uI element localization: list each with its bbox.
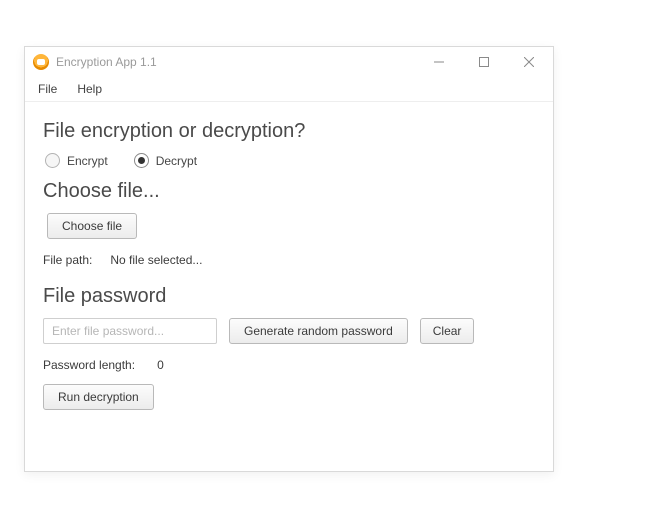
maximize-button[interactable] bbox=[461, 47, 506, 77]
radio-indicator bbox=[134, 153, 149, 168]
mode-heading: File encryption or decryption? bbox=[43, 120, 537, 143]
clear-button[interactable]: Clear bbox=[420, 318, 475, 344]
window-controls bbox=[416, 47, 551, 77]
password-length-label: Password length: bbox=[43, 358, 135, 372]
file-path-value: No file selected... bbox=[110, 253, 202, 267]
title-bar: Encryption App 1.1 bbox=[25, 47, 553, 77]
run-button[interactable]: Run decryption bbox=[43, 384, 154, 410]
radio-encrypt[interactable]: Encrypt bbox=[45, 153, 108, 168]
radio-label: Decrypt bbox=[156, 154, 197, 168]
app-window: Encryption App 1.1 File Help File encryp… bbox=[24, 46, 554, 472]
close-button[interactable] bbox=[506, 47, 551, 77]
file-path-label: File path: bbox=[43, 253, 92, 267]
radio-decrypt[interactable]: Decrypt bbox=[134, 153, 197, 168]
content-area: File encryption or decryption? Encrypt D… bbox=[25, 102, 553, 420]
file-heading: Choose file... bbox=[43, 180, 537, 203]
menu-help[interactable]: Help bbox=[67, 79, 112, 99]
password-length-row: Password length: 0 bbox=[43, 358, 537, 372]
menu-file[interactable]: File bbox=[28, 79, 67, 99]
file-section: Choose file File path: No file selected.… bbox=[43, 213, 537, 267]
window-title: Encryption App 1.1 bbox=[56, 55, 416, 69]
password-length-value: 0 bbox=[157, 358, 164, 372]
minimize-button[interactable] bbox=[416, 47, 461, 77]
app-icon bbox=[33, 54, 49, 70]
password-input[interactable]: Enter file password... bbox=[43, 318, 217, 344]
choose-file-button[interactable]: Choose file bbox=[47, 213, 137, 239]
mode-radio-group: Encrypt Decrypt bbox=[43, 153, 537, 168]
radio-label: Encrypt bbox=[67, 154, 108, 168]
generate-password-button[interactable]: Generate random password bbox=[229, 318, 408, 344]
password-row: Enter file password... Generate random p… bbox=[43, 318, 537, 344]
password-heading: File password bbox=[43, 285, 537, 308]
menu-bar: File Help bbox=[25, 77, 553, 102]
radio-indicator bbox=[45, 153, 60, 168]
password-placeholder: Enter file password... bbox=[52, 324, 164, 338]
file-path-row: File path: No file selected... bbox=[43, 253, 537, 267]
